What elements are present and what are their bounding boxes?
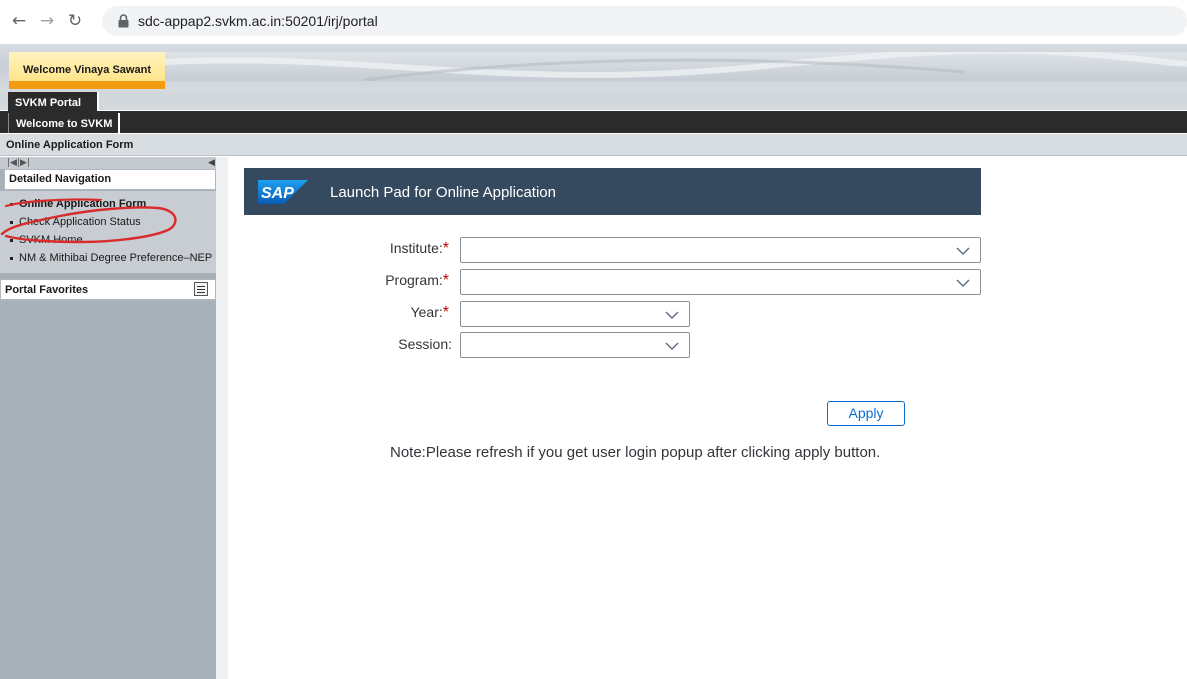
- program-select[interactable]: [460, 269, 981, 295]
- browser-toolbar: ← → ↻ sdc-appap2.svkm.ac.in:50201/irj/po…: [0, 0, 1187, 42]
- sub-tab-strip: [0, 111, 1187, 133]
- tab-svkm-portal[interactable]: SVKM Portal: [8, 92, 99, 111]
- chevron-down-icon: [956, 279, 970, 287]
- program-label-text: Program:: [385, 272, 443, 288]
- launchpad-title: Launch Pad for Online Application: [330, 184, 556, 201]
- chevron-down-icon: [665, 311, 679, 319]
- red-annotation-stroke: [0, 198, 177, 244]
- nav-item-label: NM & Mithibai Degree Preference–NEP: [19, 252, 213, 264]
- chevron-down-icon: [665, 342, 679, 350]
- year-label: Year:*: [339, 304, 449, 322]
- required-marker: *: [442, 304, 449, 321]
- session-label-text: Session:: [398, 336, 452, 352]
- main-content: [228, 157, 1187, 679]
- page-title: Online Application Form: [6, 139, 134, 151]
- panel-resize-bar: [0, 157, 216, 169]
- sap-logo-text: SAP: [261, 185, 294, 202]
- required-marker: *: [442, 240, 449, 257]
- portal-favorites-header: Portal Favorites: [0, 279, 216, 300]
- portal-favorites-list: [8, 300, 216, 679]
- year-select[interactable]: [460, 301, 690, 327]
- portal-header: [0, 44, 1187, 90]
- address-bar[interactable]: sdc-appap2.svkm.ac.in:50201/irj/portal: [102, 6, 1187, 36]
- institute-select[interactable]: [460, 237, 981, 263]
- tab-welcome-to-svkm[interactable]: Welcome to SVKM: [8, 113, 120, 133]
- bullet-icon: [10, 256, 13, 260]
- welcome-text: Welcome Vinaya Sawant: [23, 64, 151, 76]
- program-label: Program:*: [339, 272, 449, 290]
- favorites-menu-icon[interactable]: [194, 282, 208, 296]
- collapse-icon[interactable]: ◀: [208, 158, 215, 168]
- institute-label-text: Institute:: [389, 240, 443, 256]
- session-label: Session:: [342, 336, 452, 352]
- apply-button[interactable]: Apply: [827, 401, 905, 426]
- url-text: sdc-appap2.svkm.ac.in:50201/irj/portal: [138, 13, 378, 29]
- sap-logo: SAP: [258, 180, 308, 204]
- panel-splitter[interactable]: [216, 157, 228, 679]
- reload-icon[interactable]: ↻: [64, 10, 86, 32]
- breadcrumb: Online Application Form: [0, 134, 1187, 156]
- refresh-note: Note:Please refresh if you get user logi…: [390, 444, 881, 461]
- lock-icon: [118, 14, 129, 28]
- year-label-text: Year:: [410, 304, 443, 320]
- tab-strip: [0, 90, 1187, 110]
- chevron-down-icon: [956, 247, 970, 255]
- required-marker: *: [442, 272, 449, 289]
- institute-label: Institute:*: [339, 240, 449, 258]
- resize-handle-icon[interactable]: |◀|▶|: [7, 158, 30, 168]
- detailed-navigation-header: Detailed Navigation: [4, 169, 216, 190]
- header-banner: [165, 52, 1187, 81]
- back-arrow-icon[interactable]: ←: [8, 10, 30, 32]
- nav-item-degree-preference[interactable]: NM & Mithibai Degree Preference–NEP: [10, 252, 212, 264]
- welcome-box: Welcome Vinaya Sawant: [9, 52, 165, 89]
- forward-arrow-icon[interactable]: →: [36, 10, 58, 32]
- session-select[interactable]: [460, 332, 690, 358]
